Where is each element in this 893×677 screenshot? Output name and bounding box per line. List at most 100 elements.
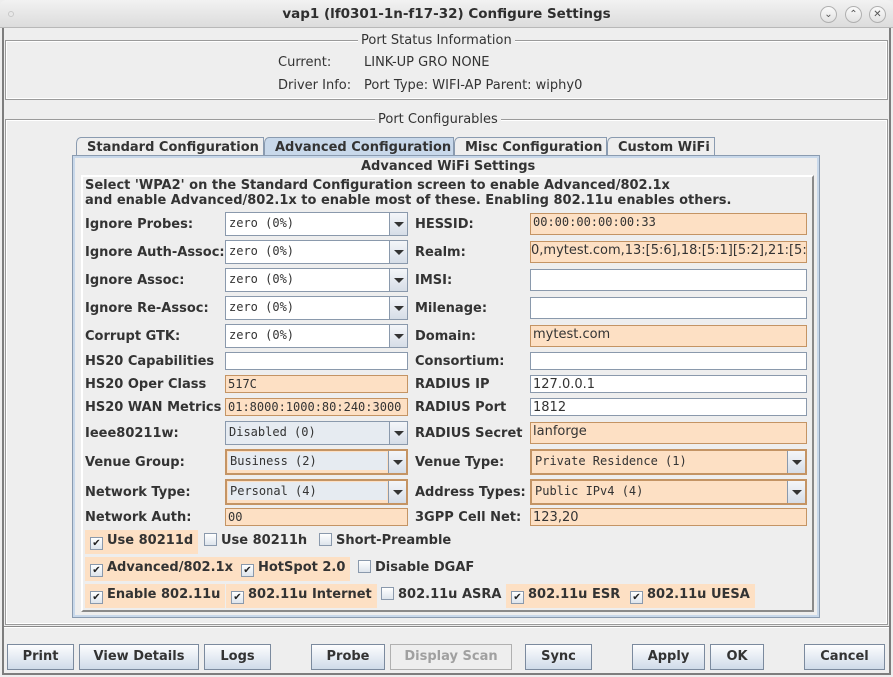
address-types-value: Public IPv4 (4) bbox=[535, 484, 644, 498]
dropdown-arrow-icon[interactable] bbox=[389, 241, 407, 263]
logs-button[interactable]: Logs bbox=[204, 644, 271, 670]
radius-ip-input[interactable]: 127.0.0.1 bbox=[530, 375, 807, 393]
current-label: Current: bbox=[278, 55, 332, 70]
network-auth-label: Network Auth: bbox=[85, 510, 192, 525]
hotspot-20-label: HotSpot 2.0 bbox=[258, 560, 346, 575]
use-80211h-label: Use 80211h bbox=[221, 533, 308, 548]
minimize-button[interactable]: ⌄ bbox=[820, 6, 837, 23]
venue-group-select[interactable]: Business (2) bbox=[225, 449, 408, 475]
hs20-capabilities-input[interactable] bbox=[225, 352, 408, 370]
enable-80211u-checkbox[interactable]: ✔ Enable 802.11u bbox=[85, 584, 226, 608]
imsi-input[interactable] bbox=[530, 269, 807, 291]
dropdown-arrow-icon[interactable] bbox=[388, 451, 406, 473]
dropdown-arrow-icon[interactable] bbox=[389, 325, 407, 347]
80211u-asra-checkbox[interactable]: 802.11u ASRA bbox=[376, 584, 506, 608]
ignore-auth-assoc-select[interactable]: zero (0%) bbox=[225, 240, 408, 264]
80211u-uesa-checkbox[interactable]: ✔ 802.11u UESA bbox=[625, 584, 755, 608]
dropdown-arrow-icon[interactable] bbox=[389, 213, 407, 235]
venue-type-select[interactable]: Private Residence (1) bbox=[530, 449, 807, 475]
80211u-asra-label: 802.11u ASRA bbox=[398, 587, 502, 602]
checkbox-unchecked-icon bbox=[381, 587, 394, 600]
dropdown-arrow-icon[interactable] bbox=[389, 269, 407, 291]
corrupt-gtk-select[interactable]: zero (0%) bbox=[225, 324, 408, 348]
network-type-select[interactable]: Personal (4) bbox=[225, 479, 408, 505]
hs20-wan-metrics-input[interactable]: 01:8000:1000:80:240:3000 bbox=[225, 398, 408, 416]
advanced-8021x-label: Advanced/802.1x bbox=[107, 560, 233, 575]
checkbox-checked-icon: ✔ bbox=[241, 564, 254, 577]
checkbox-checked-icon: ✔ bbox=[90, 564, 103, 577]
use-80211d-checkbox[interactable]: ✔ Use 80211d bbox=[85, 530, 199, 554]
ignore-probes-label: Ignore Probes: bbox=[85, 217, 194, 232]
radius-secret-label: RADIUS Secret bbox=[415, 426, 523, 441]
dropdown-arrow-icon[interactable] bbox=[787, 451, 805, 473]
hs20-capabilities-label: HS20 Capabilities bbox=[85, 354, 215, 369]
ieee80211w-select[interactable]: Disabled (0) bbox=[225, 421, 408, 445]
venue-group-label: Venue Group: bbox=[85, 455, 185, 470]
use-80211h-checkbox[interactable]: Use 80211h bbox=[199, 530, 312, 554]
imsi-label: IMSI: bbox=[415, 273, 453, 288]
view-details-button[interactable]: View Details bbox=[79, 644, 199, 670]
ignore-re-assoc-label: Ignore Re-Assoc: bbox=[85, 301, 209, 316]
checkbox-checked-icon: ✔ bbox=[511, 591, 524, 604]
milenage-label: Milenage: bbox=[415, 301, 488, 316]
consortium-input[interactable] bbox=[530, 352, 807, 370]
ignore-auth-assoc-value: zero (0%) bbox=[229, 244, 295, 258]
hs20-oper-class-input[interactable]: 517C bbox=[225, 375, 408, 393]
realm-input[interactable]: 0,mytest.com,13:[5:6],18:[5:1][5:2],21:[… bbox=[530, 241, 807, 263]
button-bar-separator bbox=[4, 626, 889, 628]
print-button[interactable]: Print bbox=[7, 644, 74, 670]
window-title: vap1 (lf0301-1n-f17-32) Configure Settin… bbox=[282, 6, 611, 22]
tab-standard-configuration[interactable]: Standard Configuration bbox=[76, 137, 264, 157]
network-auth-input[interactable]: 00 bbox=[225, 508, 408, 526]
80211u-uesa-label: 802.11u UESA bbox=[647, 587, 750, 602]
hotspot-20-checkbox[interactable]: ✔ HotSpot 2.0 bbox=[236, 557, 351, 581]
cell-net-input[interactable]: 123,20 bbox=[530, 508, 807, 526]
80211u-esr-checkbox[interactable]: ✔ 802.11u ESR bbox=[506, 584, 626, 608]
corrupt-gtk-value: zero (0%) bbox=[229, 328, 295, 342]
cancel-button[interactable]: Cancel bbox=[804, 644, 885, 670]
tab-custom-wifi[interactable]: Custom WiFi bbox=[607, 137, 715, 157]
display-scan-button[interactable]: Display Scan bbox=[390, 644, 512, 670]
checkbox-unchecked-icon bbox=[319, 533, 332, 546]
enable-80211u-label: Enable 802.11u bbox=[107, 587, 221, 602]
radius-port-input[interactable]: 1812 bbox=[530, 398, 807, 416]
radius-secret-input[interactable]: lanforge bbox=[530, 422, 807, 444]
dropdown-arrow-icon[interactable] bbox=[389, 422, 407, 444]
sync-button[interactable]: Sync bbox=[525, 644, 592, 670]
port-status-title: Port Status Information bbox=[358, 33, 515, 48]
probe-button[interactable]: Probe bbox=[311, 644, 385, 670]
hs20-oper-class-label: HS20 Oper Class bbox=[85, 377, 207, 392]
cell-net-label: 3GPP Cell Net: bbox=[415, 510, 522, 525]
address-types-select[interactable]: Public IPv4 (4) bbox=[530, 479, 807, 505]
note-line-2: and enable Advanced/802.1x to enable mos… bbox=[85, 193, 732, 208]
tab-advanced-configuration[interactable]: Advanced Configuration bbox=[264, 137, 454, 158]
short-preamble-checkbox[interactable]: Short-Preamble bbox=[314, 530, 456, 554]
tab-misc-configuration[interactable]: Misc Configuration bbox=[454, 137, 607, 157]
title-bar: vap1 (lf0301-1n-f17-32) Configure Settin… bbox=[0, 0, 893, 28]
disable-dgaf-checkbox[interactable]: Disable DGAF bbox=[353, 557, 479, 581]
hessid-input[interactable]: 00:00:00:00:00:33 bbox=[530, 213, 807, 235]
disable-dgaf-label: Disable DGAF bbox=[375, 560, 475, 575]
advanced-8021x-checkbox[interactable]: ✔ Advanced/802.1x bbox=[85, 557, 238, 581]
ignore-assoc-select[interactable]: zero (0%) bbox=[225, 268, 408, 292]
close-button[interactable]: ✕ bbox=[869, 6, 886, 23]
milenage-input[interactable] bbox=[530, 297, 807, 319]
ignore-re-assoc-select[interactable]: zero (0%) bbox=[225, 296, 408, 320]
dropdown-arrow-icon[interactable] bbox=[787, 481, 805, 503]
corrupt-gtk-label: Corrupt GTK: bbox=[85, 329, 181, 344]
domain-input[interactable]: mytest.com bbox=[530, 325, 807, 347]
apply-button[interactable]: Apply bbox=[632, 644, 705, 670]
80211u-internet-checkbox[interactable]: ✔ 802.11u Internet bbox=[226, 584, 377, 608]
checkbox-checked-icon: ✔ bbox=[90, 537, 103, 550]
dropdown-arrow-icon[interactable] bbox=[388, 481, 406, 503]
port-configurables-title: Port Configurables bbox=[375, 112, 501, 127]
dropdown-arrow-icon[interactable] bbox=[389, 297, 407, 319]
ignore-probes-select[interactable]: zero (0%) bbox=[225, 212, 408, 236]
ignore-probes-value: zero (0%) bbox=[229, 216, 295, 230]
driver-info-value: Port Type: WIFI-AP Parent: wiphy0 bbox=[364, 78, 583, 93]
maximize-button[interactable]: ⌃ bbox=[845, 6, 862, 23]
checkbox-unchecked-icon bbox=[358, 560, 371, 573]
current-value: LINK-UP GRO NONE bbox=[364, 55, 490, 70]
ok-button[interactable]: OK bbox=[710, 644, 764, 670]
network-type-value: Personal (4) bbox=[228, 482, 387, 500]
